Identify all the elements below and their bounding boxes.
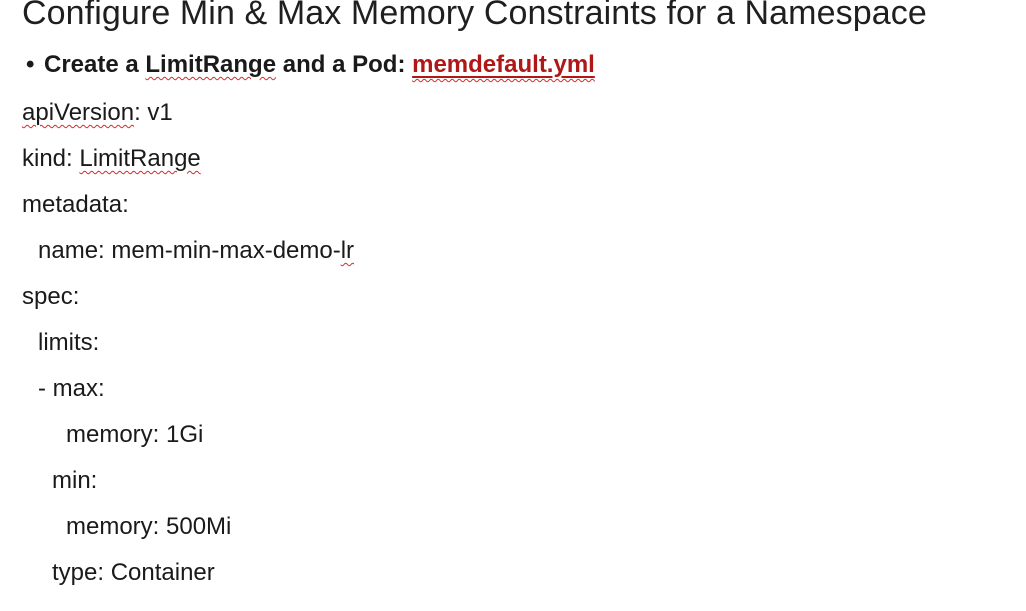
- code-line: type: Container: [52, 559, 215, 586]
- code-line: memory: 1Gi: [66, 421, 204, 448]
- code-line: apiVersion: v1: [22, 96, 354, 142]
- slide-title: Configure Min & Max Memory Constraints f…: [22, 0, 927, 32]
- code-line: - max:: [38, 375, 105, 402]
- code-line: memory: 500Mi: [66, 513, 232, 540]
- code-line: min:: [52, 467, 98, 494]
- code-line: name: mem-min-max-demo-lr: [22, 234, 354, 280]
- code-line: limits:: [38, 329, 100, 356]
- bullet-dot-icon: •: [26, 51, 35, 78]
- code-line: metadata:: [22, 191, 129, 218]
- code-key-kind: kind:: [22, 145, 80, 172]
- code-name-tail: lr: [340, 237, 355, 264]
- bullet-filename-underline: memdefault.yml: [412, 51, 595, 78]
- code-value-limitrange: LimitRange: [79, 145, 201, 172]
- bullet-filename: memdefault.yml: [412, 51, 595, 78]
- code-line: spec:: [22, 283, 80, 310]
- bullet-prefix: Create a: [44, 51, 146, 78]
- yaml-code-block: apiVersion: v1 kind: LimitRange metadata…: [22, 96, 354, 602]
- code-key-apiversion: apiVersion: [22, 99, 135, 126]
- code-value-v1: : v1: [134, 99, 173, 126]
- bullet-limitrange-word: LimitRange: [145, 51, 277, 78]
- code-name-text: name: mem-min-max-demo-: [38, 237, 341, 264]
- bullet-separator: :: [397, 51, 413, 78]
- bullet-middle: and a Pod: [276, 51, 398, 78]
- code-line: kind: LimitRange: [22, 142, 354, 188]
- slide: Configure Min & Max Memory Constraints f…: [0, 0, 1026, 611]
- bullet-item: • Create a LimitRange and a Pod: memdefau…: [26, 49, 595, 81]
